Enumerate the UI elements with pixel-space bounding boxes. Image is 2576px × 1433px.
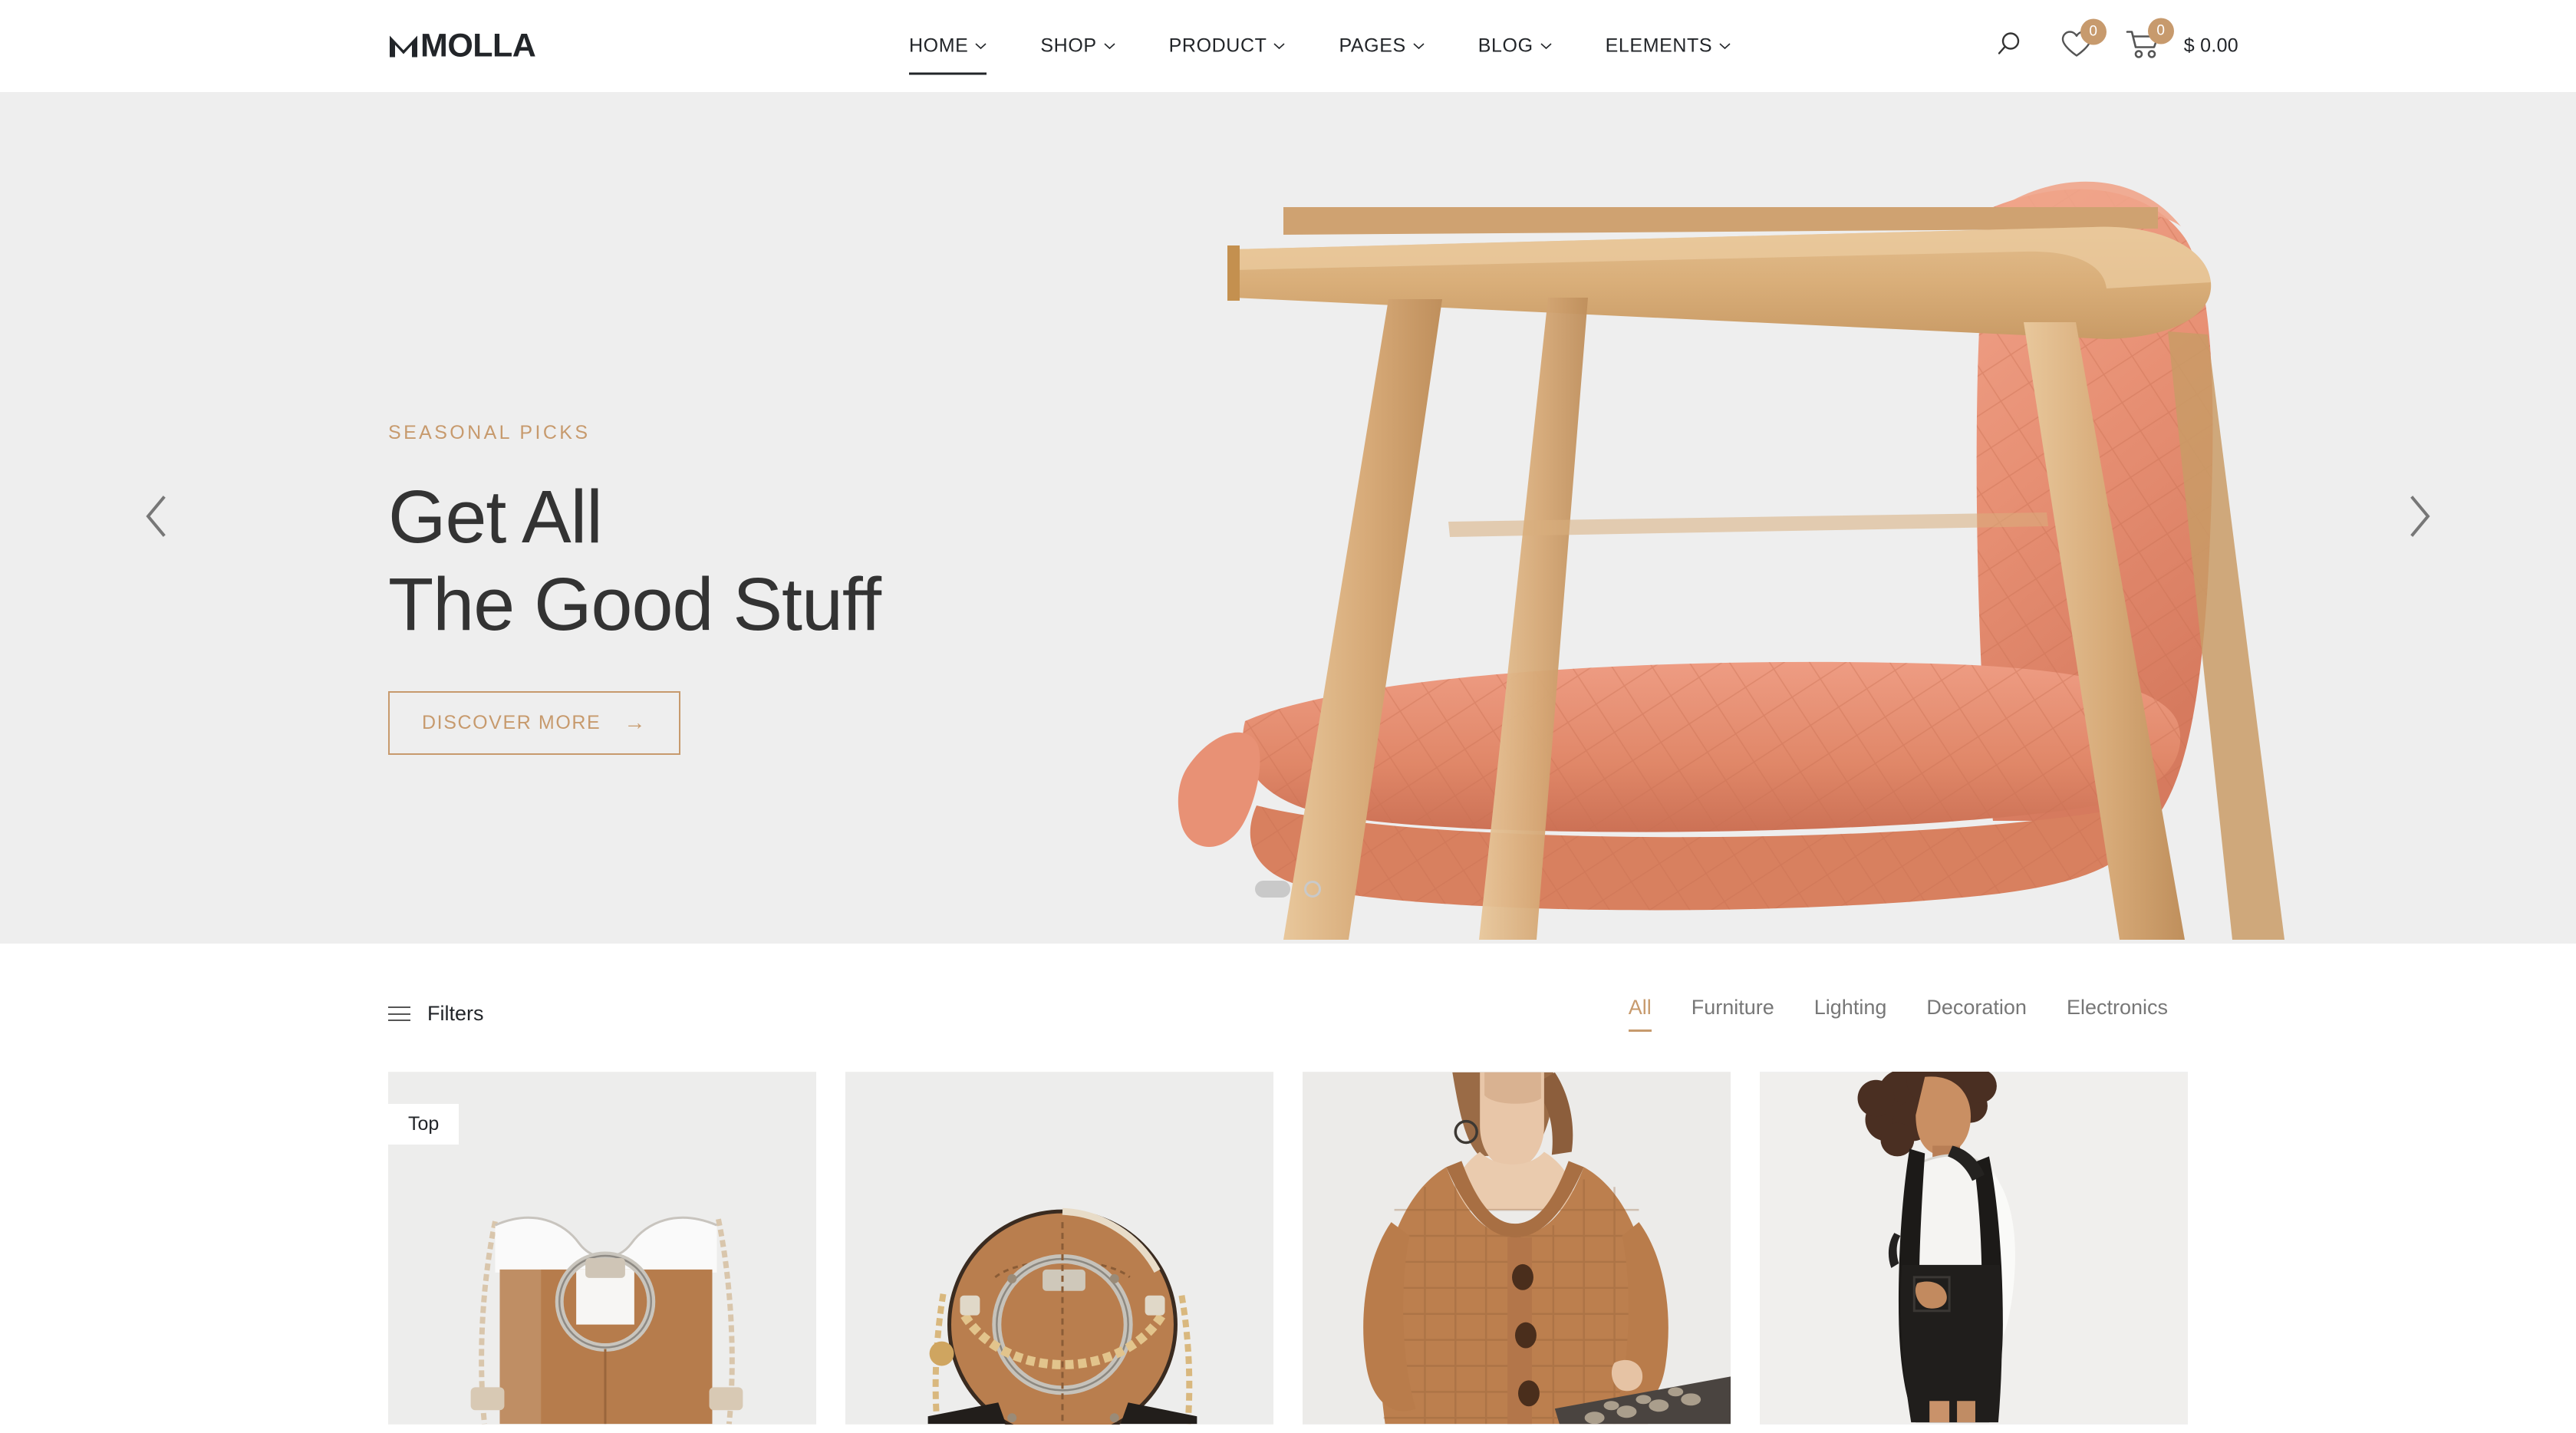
- tab-electronics-label: Electronics: [2066, 996, 2168, 1019]
- arrow-right-icon: →: [624, 710, 647, 735]
- nav-item-product-label: PRODUCT: [1168, 35, 1267, 57]
- hero-carousel: SEASONAL PICKS Get All The Good Stuff DI…: [0, 92, 2576, 944]
- wishlist-count-badge: 0: [2080, 18, 2107, 45]
- nav-item-product[interactable]: PRODUCT: [1142, 35, 1313, 58]
- filters-button[interactable]: Filters: [388, 1002, 484, 1026]
- tab-electronics[interactable]: Electronics: [2047, 996, 2188, 1032]
- hero-title-line-1: Get All: [388, 475, 603, 558]
- cart-total[interactable]: $ 0.00: [2184, 35, 2238, 58]
- tab-lighting[interactable]: Lighting: [1794, 996, 1907, 1032]
- product-card[interactable]: Top: [388, 1072, 816, 1425]
- products-toolbar: Filters All Furniture Lighting Decoratio…: [388, 996, 2188, 1032]
- hero-copy: SEASONAL PICKS Get All The Good Stuff DI…: [388, 422, 881, 755]
- hero-title-line-2: The Good Stuff: [388, 562, 881, 647]
- product-image: [1760, 1072, 2188, 1425]
- hero-product-image: [1118, 92, 2576, 944]
- tab-furniture-label: Furniture: [1691, 996, 1774, 1019]
- cart-count-badge: 0: [2147, 18, 2174, 44]
- filters-label: Filters: [427, 1002, 484, 1025]
- products-container: Filters All Furniture Lighting Decoratio…: [388, 996, 2188, 1425]
- discover-more-button[interactable]: DISCOVER MORE →: [388, 690, 680, 755]
- carousel-dot-1[interactable]: [1255, 881, 1290, 898]
- nav-item-elements-label: ELEMENTS: [1605, 35, 1713, 57]
- chevron-down-icon: [1413, 43, 1425, 50]
- search-button[interactable]: [1997, 29, 2028, 64]
- tab-furniture[interactable]: Furniture: [1672, 996, 1794, 1032]
- tab-all-label: All: [1628, 996, 1652, 1019]
- product-grid: Top: [388, 1072, 2188, 1425]
- hamburger-icon: [388, 1006, 410, 1021]
- nav-item-pages[interactable]: PAGES: [1312, 35, 1451, 58]
- category-tabs: All Furniture Lighting Decoration Electr…: [1609, 996, 2188, 1032]
- nav-item-shop[interactable]: SHOP: [1013, 35, 1141, 58]
- chevron-down-icon: [975, 43, 987, 50]
- hero-eyebrow: SEASONAL PICKS: [388, 422, 591, 443]
- product-card[interactable]: [1760, 1072, 2188, 1425]
- search-icon: [1997, 29, 2028, 64]
- carousel-next-button[interactable]: [2388, 487, 2449, 548]
- wishlist-button[interactable]: 0: [2060, 18, 2107, 64]
- carousel-dot-2[interactable]: [1304, 881, 1321, 898]
- brand-logo[interactable]: MOLLA: [388, 27, 536, 65]
- discover-more-label: DISCOVER MORE: [422, 711, 601, 733]
- nav-item-elements[interactable]: ELEMENTS: [1579, 35, 1758, 58]
- nav-item-shop-label: SHOP: [1040, 35, 1097, 57]
- product-image: [1303, 1072, 1731, 1425]
- hero-slide: SEASONAL PICKS Get All The Good Stuff DI…: [0, 92, 2576, 944]
- chevron-down-icon: [1104, 43, 1115, 50]
- chevron-down-icon: [1719, 43, 1731, 50]
- tab-decoration[interactable]: Decoration: [1906, 996, 2047, 1032]
- chevron-down-icon: [1273, 43, 1286, 50]
- nav-item-home-label: HOME: [909, 35, 969, 57]
- product-badge-top: Top: [388, 1104, 460, 1145]
- nav-item-pages-label: PAGES: [1339, 35, 1406, 57]
- chevron-left-icon: [142, 495, 173, 542]
- product-image: [845, 1072, 1273, 1425]
- site-header: MOLLA HOME SHOP PRODUCT PAGES BLOG ELEME…: [0, 0, 2576, 92]
- nav-item-blog-label: BLOG: [1477, 35, 1533, 57]
- nav-item-home[interactable]: HOME: [882, 35, 1013, 75]
- product-card[interactable]: [1303, 1072, 1731, 1425]
- carousel-prev-button[interactable]: [127, 487, 188, 548]
- chevron-down-icon: [1540, 43, 1552, 50]
- nav-item-blog[interactable]: BLOG: [1451, 35, 1579, 58]
- carousel-pagination: [1255, 881, 1321, 898]
- tab-decoration-label: Decoration: [1926, 996, 2027, 1019]
- chevron-right-icon: [2403, 495, 2434, 542]
- main-navigation: HOME SHOP PRODUCT PAGES BLOG ELEMENTS: [882, 35, 1758, 75]
- products-section: Filters All Furniture Lighting Decoratio…: [0, 944, 2576, 1425]
- tab-lighting-label: Lighting: [1813, 996, 1887, 1019]
- cart-button[interactable]: 0: [2126, 18, 2174, 64]
- tab-all[interactable]: All: [1609, 996, 1672, 1032]
- product-card[interactable]: [845, 1072, 1273, 1425]
- brand-name: MOLLA: [420, 27, 536, 64]
- logo-mark-icon: [388, 34, 419, 58]
- header-tools: 0 0 $ 0.00: [1965, 18, 2238, 64]
